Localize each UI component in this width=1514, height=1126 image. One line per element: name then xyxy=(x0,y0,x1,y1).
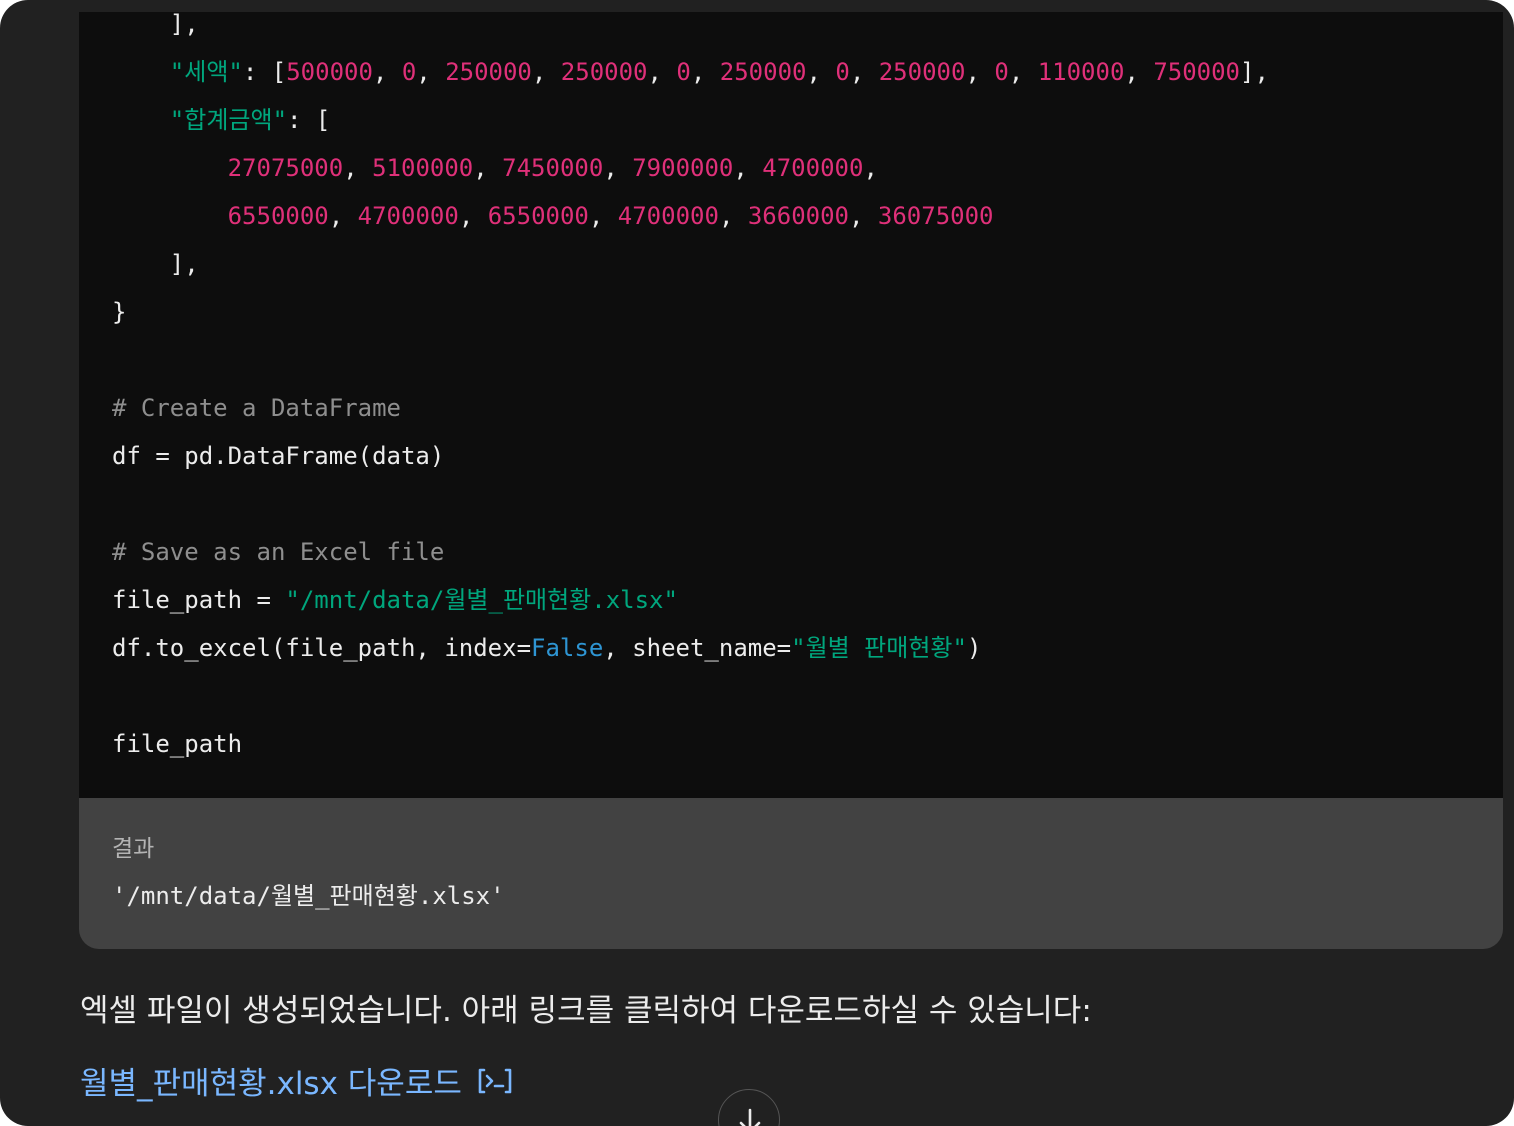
code-token: : [ xyxy=(242,58,287,86)
code-token: 750000 xyxy=(1153,58,1241,86)
code-token: df.to_excel(file_path, index= xyxy=(112,634,532,662)
code-token: 0 xyxy=(994,58,1009,86)
code-line: 27075000, 5100000, 7450000, 7900000, 470… xyxy=(112,144,1269,192)
code-token: "세액" xyxy=(169,58,243,86)
code-token: df = pd.DataFrame(data) xyxy=(112,442,445,470)
code-token: ], xyxy=(112,250,199,278)
code-line: ], xyxy=(112,240,1269,288)
code-token: , xyxy=(718,202,748,230)
code-token: 250000 xyxy=(719,58,807,86)
code-token: : [ xyxy=(287,106,331,134)
result-panel: 결과 '/mnt/data/월별_판매현황.xlsx' xyxy=(79,798,1503,949)
code-line: "세액": [500000, 0, 250000, 250000, 0, 250… xyxy=(112,48,1269,96)
code-token: ], xyxy=(112,10,199,38)
code-token: , xyxy=(1008,58,1038,86)
code-token: 0 xyxy=(676,58,691,86)
code-token: 250000 xyxy=(878,58,966,86)
code-token: , xyxy=(603,154,633,182)
code-line: ], xyxy=(112,0,1269,48)
code-token: file_path xyxy=(112,730,243,758)
code-token: , xyxy=(473,154,503,182)
code-token: , xyxy=(863,154,878,182)
code-token: 6550000 xyxy=(227,202,329,230)
scroll-to-bottom-button[interactable] xyxy=(718,1089,780,1126)
code-token: , xyxy=(965,58,995,86)
code-token: , xyxy=(690,58,720,86)
code-token: 4700000 xyxy=(762,154,864,182)
code-token: 3660000 xyxy=(747,202,849,230)
assistant-message: 엑셀 파일이 생성되었습니다. 아래 링크를 클릭하여 다운로드하실 수 있습니… xyxy=(80,993,1092,1029)
code-token: , xyxy=(343,154,373,182)
code-token: 27075000 xyxy=(227,154,344,182)
code-line: file_path xyxy=(112,720,1269,768)
code-token: , xyxy=(806,58,836,86)
result-value: '/mnt/data/월별_판매현황.xlsx' xyxy=(112,882,505,910)
code-token: , xyxy=(372,58,402,86)
code-token: 0 xyxy=(835,58,850,86)
chat-window: ], "세액": [500000, 0, 250000, 250000, 0, … xyxy=(0,0,1514,1126)
code-line: 6550000, 4700000, 6550000, 4700000, 3660… xyxy=(112,192,1269,240)
code-token: , xyxy=(849,202,878,230)
code-token: 7450000 xyxy=(502,154,604,182)
code-token: , sheet_name= xyxy=(603,634,792,662)
code-token: 4700000 xyxy=(357,202,459,230)
code-interpreter-icon[interactable] xyxy=(476,1064,514,1098)
code-line: # Save as an Excel file xyxy=(112,528,1269,576)
code-token: file_path = xyxy=(112,586,286,614)
code-token: , xyxy=(1124,58,1154,86)
code-line: file_path = "/mnt/data/월별_판매현황.xlsx" xyxy=(112,576,1269,624)
code-token: 250000 xyxy=(560,58,648,86)
code-line: "합계금액": [ xyxy=(112,96,1269,144)
code-token: "/mnt/data/월별_판매현황.xlsx" xyxy=(285,586,678,614)
code-token: 250000 xyxy=(445,58,532,86)
code-token: 5100000 xyxy=(372,154,474,182)
download-link[interactable]: 월별_판매현황.xlsx 다운로드 xyxy=(80,1058,514,1103)
code-token: ) xyxy=(966,634,982,662)
code-token: , xyxy=(588,202,618,230)
code-token: , xyxy=(416,58,446,86)
code-token: # Save as an Excel file xyxy=(112,538,445,566)
code-line: df.to_excel(file_path, index=False, shee… xyxy=(112,624,1269,672)
result-label: 결과 xyxy=(112,836,155,862)
code-token: , xyxy=(458,202,488,230)
code-token: 4700000 xyxy=(617,202,719,230)
code-token: , xyxy=(647,58,677,86)
code-token: 6550000 xyxy=(487,202,589,230)
download-link-label: 월별_판매현황.xlsx 다운로드 xyxy=(80,1066,462,1102)
code-token: , xyxy=(531,58,561,86)
code-token: 110000 xyxy=(1037,58,1125,86)
code-token: ], xyxy=(1240,58,1269,86)
code-token: False xyxy=(531,634,604,662)
code-token: } xyxy=(112,298,127,326)
code-token: , xyxy=(328,202,358,230)
code-line: df = pd.DataFrame(data) xyxy=(112,432,1269,480)
code-token: , xyxy=(849,58,879,86)
arrow-down-icon xyxy=(739,1108,761,1126)
code-line: # Create a DataFrame xyxy=(112,384,1269,432)
code-token: 0 xyxy=(401,58,417,86)
code-block: ], "세액": [500000, 0, 250000, 250000, 0, … xyxy=(79,10,1503,798)
code-content: ], "세액": [500000, 0, 250000, 250000, 0, … xyxy=(112,0,1269,768)
code-token: 7900000 xyxy=(632,154,734,182)
code-token: 500000 xyxy=(286,58,373,86)
code-token: "합계금액" xyxy=(169,106,288,134)
code-token: # Create a DataFrame xyxy=(112,394,401,422)
code-token: 36075000 xyxy=(877,202,994,230)
code-line: } xyxy=(112,288,1269,336)
code-token: , xyxy=(733,154,763,182)
code-token: "월별 판매현황" xyxy=(791,634,967,662)
